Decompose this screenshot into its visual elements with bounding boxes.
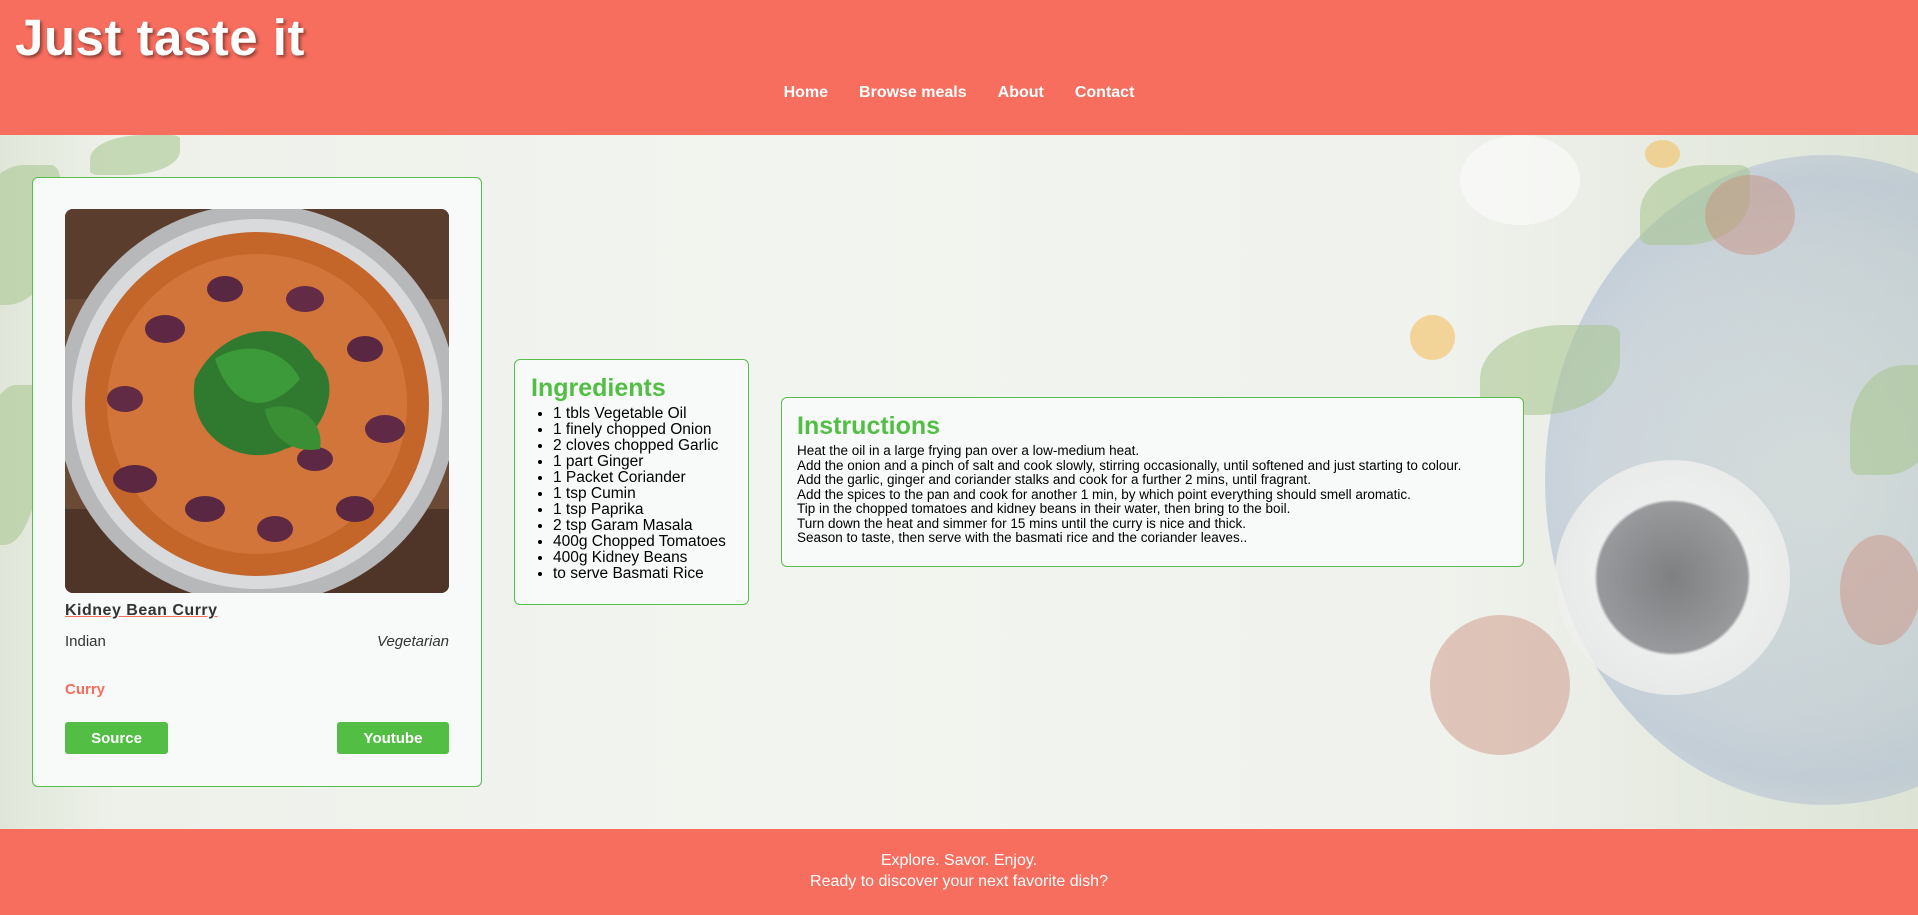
ingredient-item: 1 tsp Paprika — [553, 502, 748, 518]
curry-bowl-image — [65, 209, 449, 593]
instructions-title: Instructions — [797, 412, 941, 440]
background-tomato-image — [1705, 175, 1795, 255]
nav-browse-meals[interactable]: Browse meals — [859, 84, 967, 102]
ingredient-item: 400g Kidney Beans — [553, 550, 748, 566]
ingredient-item: 1 part Ginger — [553, 454, 748, 470]
ingredient-item: 1 finely chopped Onion — [553, 422, 748, 438]
meal-photo — [65, 209, 449, 593]
background-sauce-bowl-image — [1555, 460, 1790, 695]
footer-tagline: Explore. Savor. Enjoy. — [880, 852, 1038, 869]
ingredient-item: 2 cloves chopped Garlic — [553, 438, 748, 454]
ingredients-list: 1 tbls Vegetable Oil 1 finely chopped On… — [531, 406, 748, 582]
ingredient-item: 2 tsp Garam Masala — [553, 518, 748, 534]
footer-subtext: Ready to discover your next favorite dis… — [810, 873, 1108, 890]
instruction-line: Heat the oil in a large frying pan over … — [797, 443, 1140, 458]
background-leaf-image — [90, 135, 180, 175]
instructions-text: Heat the oil in a large frying pan over … — [797, 443, 1523, 546]
main-nav: Home Browse meals About Contact — [0, 84, 1918, 102]
background-tomato-image — [1840, 535, 1918, 645]
ingredient-item: to serve Basmati Rice — [553, 566, 748, 582]
ingredients-title: Ingredients — [531, 374, 666, 402]
instruction-line: Season to taste, then serve with the bas… — [797, 530, 1248, 545]
ingredient-item: 1 tbls Vegetable Oil — [553, 406, 748, 422]
instruction-line: Tip in the chopped tomatoes and kidney b… — [797, 501, 1291, 516]
nav-home[interactable]: Home — [784, 84, 828, 102]
source-button[interactable]: Source — [65, 722, 168, 754]
meal-card: Kidney Bean Curry Indian Vegetarian Curr… — [32, 177, 482, 787]
background-garnish-image — [1460, 135, 1580, 225]
meal-name-link[interactable]: Kidney Bean Curry — [65, 602, 218, 620]
background-tomato-image — [1430, 615, 1570, 755]
nav-about[interactable]: About — [998, 84, 1044, 102]
youtube-button[interactable]: Youtube — [337, 722, 449, 754]
ingredient-item: 1 tsp Cumin — [553, 486, 748, 502]
meal-category: Vegetarian — [377, 633, 449, 650]
background-pepper-image — [1645, 140, 1680, 168]
background-pepper-image — [1410, 315, 1455, 360]
nav-contact[interactable]: Contact — [1075, 84, 1135, 102]
site-header: Just taste it Home Browse meals About Co… — [0, 0, 1918, 135]
ingredient-item: 1 Packet Coriander — [553, 470, 748, 486]
ingredient-item: 400g Chopped Tomatoes — [553, 534, 748, 550]
meal-tag: Curry — [65, 681, 106, 698]
instruction-line: Add the onion and a pinch of salt and co… — [797, 457, 1462, 473]
instruction-line: Turn down the heat and simmer for 15 min… — [797, 515, 1246, 531]
ingredients-panel: Ingredients 1 tbls Vegetable Oil 1 finel… — [514, 359, 749, 605]
brand-logo[interactable]: Just taste it — [15, 8, 305, 67]
instructions-panel: Instructions Heat the oil in a large fry… — [781, 397, 1524, 567]
site-footer: Explore. Savor. Enjoy. Ready to discover… — [0, 829, 1918, 915]
instruction-line: Add the spices to the pan and cook for a… — [797, 486, 1411, 502]
meal-area: Indian — [65, 633, 106, 650]
instruction-line: Add the garlic, ginger and coriander sta… — [797, 472, 1312, 487]
